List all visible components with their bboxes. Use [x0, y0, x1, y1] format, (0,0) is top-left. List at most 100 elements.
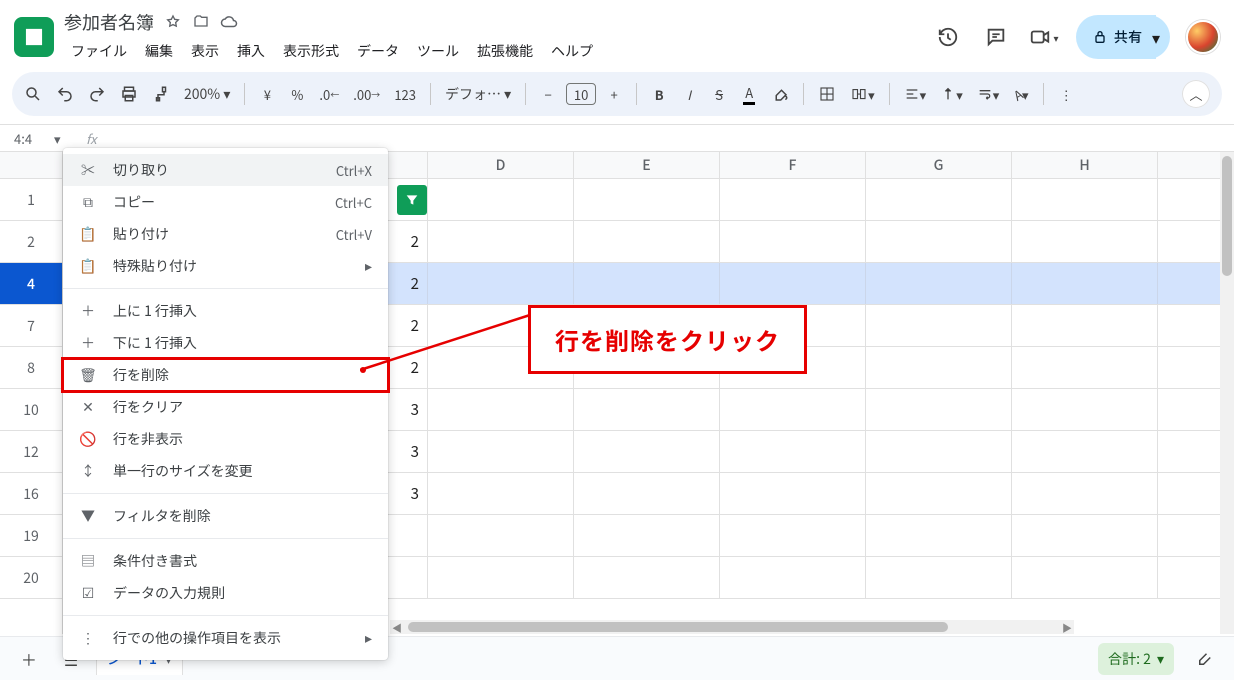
star-icon[interactable]	[164, 13, 182, 31]
account-avatar[interactable]	[1186, 20, 1220, 54]
more-icon: ⋮	[79, 628, 97, 648]
more-toolbar-button[interactable]: ⋮	[1054, 82, 1078, 106]
number-format-button[interactable]: 123	[390, 82, 420, 106]
menu-view[interactable]: 表示	[184, 37, 226, 65]
submenu-arrow-icon: ▸	[365, 256, 372, 276]
redo-icon[interactable]	[84, 82, 110, 106]
cond-format-icon: ▤	[79, 551, 97, 571]
ctx-paste-special[interactable]: 📋 特殊貼り付け ▸	[63, 250, 388, 282]
copy-icon: ⧉	[79, 192, 97, 212]
clear-icon: ✕	[79, 397, 97, 417]
column-header[interactable]: E	[574, 152, 720, 178]
row-header[interactable]: 7	[0, 305, 62, 347]
share-dropdown[interactable]: ▾	[1142, 15, 1170, 59]
fontsize-increase[interactable]: +	[602, 82, 626, 106]
ctx-remove-filter[interactable]: ▼ フィルタを削除	[63, 500, 388, 532]
zoom-select[interactable]: 200% ▾	[180, 82, 234, 106]
row-context-menu: ✂ 切り取り Ctrl+X ⧉ コピー Ctrl+C 📋 貼り付け Ctrl+V…	[63, 148, 388, 660]
fontsize-input[interactable]: 10	[566, 83, 596, 105]
menu-extensions[interactable]: 拡張機能	[470, 37, 540, 65]
menu-edit[interactable]: 編集	[138, 37, 180, 65]
quicksum-label[interactable]: 合計: 2▾	[1098, 643, 1174, 675]
validation-icon: ☑	[79, 583, 97, 603]
font-select[interactable]: デフォ… ▾	[441, 82, 515, 106]
meet-icon[interactable]: ▾	[1028, 21, 1060, 53]
history-icon[interactable]	[932, 21, 964, 53]
ctx-hide-row[interactable]: 🚫 行を非表示	[63, 423, 388, 455]
sheets-app-icon[interactable]	[14, 17, 54, 57]
column-header[interactable]: G	[866, 152, 1012, 178]
ctx-copy[interactable]: ⧉ コピー Ctrl+C	[63, 186, 388, 218]
select-all-corner[interactable]	[0, 152, 62, 179]
comments-icon[interactable]	[980, 21, 1012, 53]
row-header[interactable]: 8	[0, 347, 62, 389]
menu-bar: ファイル 編集 表示 挿入 表示形式 データ ツール 拡張機能 ヘルプ	[64, 37, 600, 65]
row-header[interactable]: 10	[0, 389, 62, 431]
ctx-insert-above[interactable]: ＋ 上に 1 行挿入	[63, 295, 388, 327]
ctx-resize-row[interactable]: ↕ 単一行のサイズを変更	[63, 455, 388, 487]
ctx-cut[interactable]: ✂ 切り取り Ctrl+X	[63, 154, 388, 186]
text-color-button[interactable]: A	[737, 82, 761, 106]
title-bar: 参加者名簿 ファイル 編集 表示 挿入 表示形式 データ ツール 拡張機能 ヘル…	[0, 0, 1234, 68]
fontsize-decrease[interactable]: −	[536, 82, 560, 106]
share-label: 共有	[1114, 27, 1142, 47]
fx-icon: fx	[86, 129, 97, 148]
increase-decimal-button[interactable]: .00→	[349, 82, 384, 106]
row-header[interactable]: 16	[0, 473, 62, 515]
document-title[interactable]: 参加者名簿	[64, 9, 154, 35]
row-header[interactable]: 4	[0, 263, 62, 305]
ctx-insert-below[interactable]: ＋ 下に 1 行挿入	[63, 327, 388, 359]
borders-button[interactable]	[814, 82, 840, 106]
add-sheet-button[interactable]: ＋	[12, 642, 46, 676]
italic-button[interactable]: I	[677, 82, 701, 106]
move-icon[interactable]	[192, 13, 210, 31]
ctx-more-row-actions[interactable]: ⋮ 行での他の操作項目を表示 ▸	[63, 622, 388, 654]
fill-color-button[interactable]	[767, 82, 793, 106]
paste-icon: 📋	[79, 224, 97, 244]
resize-icon: ↕	[79, 461, 97, 481]
menu-tools[interactable]: ツール	[410, 37, 466, 65]
row-header[interactable]: 12	[0, 431, 62, 473]
rotate-button[interactable]: A▾	[1009, 82, 1033, 106]
row-header[interactable]: 2	[0, 221, 62, 263]
bold-button[interactable]: B	[647, 82, 671, 106]
row-header[interactable]: 19	[0, 515, 62, 557]
undo-icon[interactable]	[52, 82, 78, 106]
filter-icon[interactable]	[397, 185, 427, 215]
decrease-decimal-button[interactable]: .0←	[315, 82, 343, 106]
column-header[interactable]: F	[720, 152, 866, 178]
column-header[interactable]: D	[428, 152, 574, 178]
halign-button[interactable]: ▾	[900, 82, 931, 106]
ctx-paste[interactable]: 📋 貼り付け Ctrl+V	[63, 218, 388, 250]
percent-button[interactable]: %	[285, 82, 309, 106]
wrap-button[interactable]: ▾	[973, 82, 1004, 106]
cloud-status-icon[interactable]	[220, 13, 238, 31]
strike-button[interactable]: S	[707, 82, 731, 106]
menu-format[interactable]: 表示形式	[276, 37, 346, 65]
row-header[interactable]: 1	[0, 179, 62, 221]
cut-icon: ✂	[79, 160, 97, 180]
explore-button[interactable]	[1188, 642, 1222, 676]
menu-insert[interactable]: 挿入	[230, 37, 272, 65]
horizontal-scrollbar[interactable]: ◀▶	[390, 620, 1074, 634]
merge-button[interactable]: ▾	[846, 82, 879, 106]
print-icon[interactable]	[116, 82, 142, 106]
ctx-conditional-format[interactable]: ▤ 条件付き書式	[63, 545, 388, 577]
search-icon[interactable]	[20, 82, 46, 106]
menu-help[interactable]: ヘルプ	[544, 37, 600, 65]
ctx-delete-row[interactable]: 🗑 行を削除	[63, 359, 388, 391]
submenu-arrow-icon: ▸	[365, 628, 372, 648]
column-header[interactable]: H	[1012, 152, 1158, 178]
menu-file[interactable]: ファイル	[64, 37, 134, 65]
currency-button[interactable]: ¥	[255, 82, 279, 106]
ctx-clear-row[interactable]: ✕ 行をクリア	[63, 391, 388, 423]
ctx-data-validation[interactable]: ☑ データの入力規則	[63, 577, 388, 609]
name-box[interactable]: 4:4▾	[0, 129, 64, 148]
valign-button[interactable]: ▾	[936, 82, 967, 106]
paint-format-icon[interactable]	[148, 82, 174, 106]
collapse-toolbar-button[interactable]: ︿	[1182, 80, 1210, 108]
vertical-scrollbar[interactable]	[1220, 152, 1234, 634]
row-header[interactable]: 20	[0, 557, 62, 599]
row-headers: 1 2 4 7 8 10 12 16 19 20	[0, 152, 63, 634]
menu-data[interactable]: データ	[350, 37, 406, 65]
